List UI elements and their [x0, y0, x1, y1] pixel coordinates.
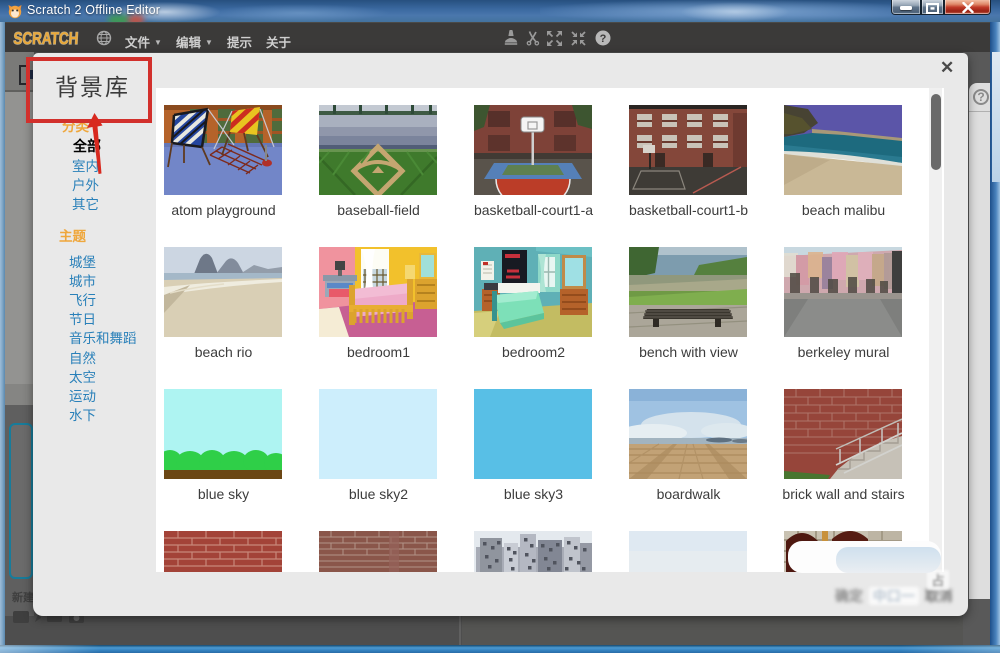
- svg-text:SCRATCH: SCRATCH: [13, 29, 79, 48]
- svg-text:?: ?: [600, 33, 607, 45]
